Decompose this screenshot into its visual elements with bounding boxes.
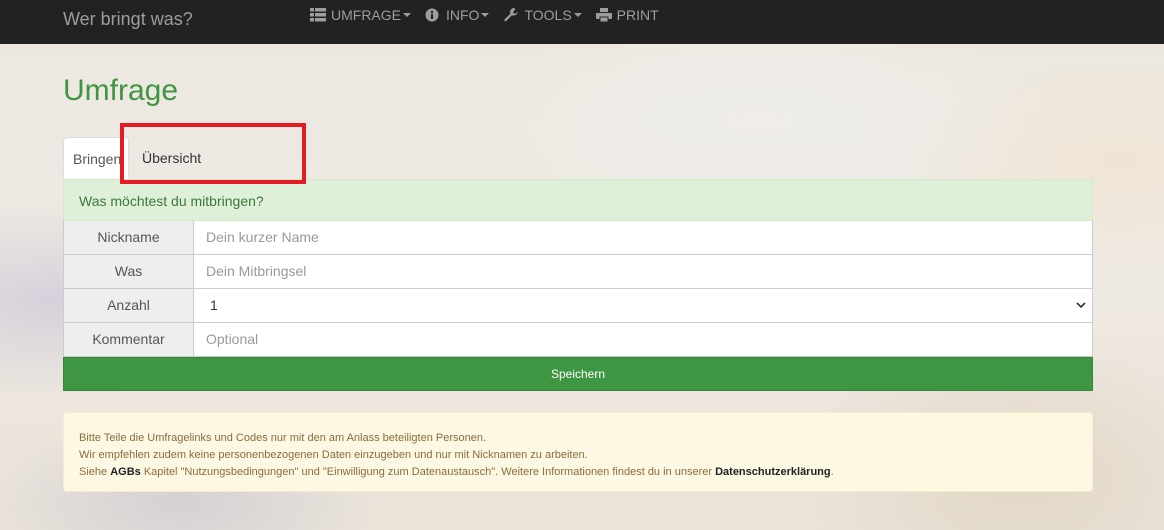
form-heading: Was möchtest du mitbringen? xyxy=(63,179,1093,221)
nav-menu: UMFRAGE INFO TOOLS PRINT xyxy=(310,7,673,23)
nav-item-info[interactable]: INFO xyxy=(425,7,490,23)
notice-text: Siehe xyxy=(79,466,111,478)
nav-item-label: INFO xyxy=(446,7,480,23)
agb-link[interactable]: AGBs xyxy=(110,466,141,478)
top-navbar: Wer bringt was? UMFRAGE INFO TOOLS PRINT xyxy=(0,0,1164,44)
tab-bringen[interactable]: Bringen xyxy=(63,137,129,179)
chevron-down-icon xyxy=(1076,302,1086,309)
page-title: Umfrage xyxy=(63,74,179,107)
list-icon xyxy=(310,8,326,22)
caret-down-icon xyxy=(573,13,582,17)
wrench-icon xyxy=(504,8,519,22)
bring-form: Was möchtest du mitbringen? Nickname Was… xyxy=(63,179,1093,391)
anzahl-label: Anzahl xyxy=(63,289,194,323)
notice-line-1: Bitte Teile die Umfragelinks und Codes n… xyxy=(79,432,487,444)
anzahl-row: Anzahl 1 xyxy=(63,289,1093,323)
nav-item-label: PRINT xyxy=(616,7,659,23)
privacy-notice: Bitte Teile die Umfragelinks und Codes n… xyxy=(63,412,1093,492)
notice-line-2: Wir empfehlen zudem keine personenbezoge… xyxy=(79,449,588,461)
brand-title[interactable]: Wer bringt was? xyxy=(63,9,193,30)
info-icon xyxy=(425,8,439,22)
nickname-label: Nickname xyxy=(63,221,194,255)
nav-item-label: UMFRAGE xyxy=(331,7,401,23)
save-button[interactable]: Speichern xyxy=(63,357,1093,391)
anzahl-selected-value: 1 xyxy=(210,297,218,313)
nav-item-label: TOOLS xyxy=(524,7,572,23)
was-label: Was xyxy=(63,255,194,289)
privacy-policy-link[interactable]: Datenschutzerklärung xyxy=(715,466,831,478)
kommentar-input[interactable] xyxy=(194,323,1093,357)
notice-text: . xyxy=(830,466,834,478)
tab-bar: Bringen Übersicht xyxy=(63,137,210,179)
was-input[interactable] xyxy=(194,255,1093,289)
print-icon xyxy=(595,8,612,22)
tab-uebersicht[interactable]: Übersicht xyxy=(129,137,210,179)
nav-item-tools[interactable]: TOOLS xyxy=(503,7,582,23)
nav-item-umfrage[interactable]: UMFRAGE xyxy=(310,7,411,23)
anzahl-select[interactable]: 1 xyxy=(194,289,1093,323)
kommentar-row: Kommentar xyxy=(63,323,1093,357)
main-content: Umfrage Bringen Übersicht Was möchtest d… xyxy=(0,44,1164,530)
notice-text: Kapitel "Nutzungsbedingungen" und "Einwi… xyxy=(140,466,716,478)
kommentar-label: Kommentar xyxy=(63,323,194,357)
caret-down-icon xyxy=(481,13,490,17)
nickname-row: Nickname xyxy=(63,221,1093,255)
was-row: Was xyxy=(63,255,1093,289)
caret-down-icon xyxy=(403,13,411,17)
notice-line-3: Siehe AGBs Kapitel "Nutzungsbedingungen"… xyxy=(79,464,1077,481)
nav-item-print[interactable]: PRINT xyxy=(595,7,659,23)
nickname-input[interactable] xyxy=(194,221,1093,255)
